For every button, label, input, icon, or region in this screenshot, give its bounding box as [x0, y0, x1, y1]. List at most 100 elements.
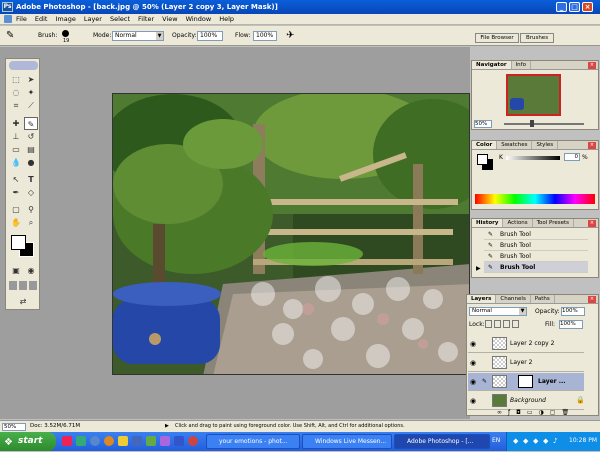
status-zoom-field[interactable]: 50% — [2, 423, 26, 431]
visibility-eye-icon[interactable]: ◉ — [470, 359, 476, 367]
pen-tool-icon[interactable]: ✒ — [9, 186, 23, 199]
menu-select[interactable]: Select — [110, 15, 130, 23]
navigator-zoom-field[interactable]: 50% — [474, 120, 492, 128]
quicklaunch-app-icon[interactable] — [160, 436, 170, 446]
history-item[interactable]: ✎ Brush Tool — [484, 251, 588, 262]
layers-opacity-field[interactable]: 100% — [561, 307, 585, 316]
close-icon[interactable]: × — [588, 220, 596, 227]
blend-mode-select[interactable]: Normal ▼ — [469, 307, 527, 316]
quicklaunch-folder-icon[interactable] — [118, 436, 128, 446]
visibility-eye-icon[interactable]: ◉ — [470, 378, 476, 386]
blur-tool-icon[interactable]: 💧 — [9, 156, 23, 169]
hand-tool-icon[interactable]: ✋ — [9, 216, 23, 229]
quicklaunch-app-icon[interactable] — [146, 436, 156, 446]
tray-icon[interactable]: ◆ — [513, 437, 518, 445]
taskbar-button-browser[interactable]: your emotions - phot... — [206, 434, 300, 449]
history-brush-icon[interactable]: ↺ — [24, 130, 38, 143]
brush-tool-icon[interactable]: ✎ — [6, 30, 22, 42]
slice-tool-icon[interactable]: ⟋ — [24, 99, 38, 112]
tray-icon[interactable]: ◆ — [523, 437, 528, 445]
lock-icons[interactable] — [485, 320, 525, 328]
flow-field[interactable]: 100% — [253, 31, 277, 41]
k-value-field[interactable]: 0 — [564, 153, 580, 161]
path-select-icon[interactable]: ↖ — [9, 173, 23, 186]
quicklaunch-app-icon[interactable] — [104, 436, 114, 446]
tab-actions[interactable]: Actions — [503, 219, 533, 227]
close-button[interactable]: × — [582, 2, 593, 12]
volume-icon[interactable]: ♪ — [553, 437, 557, 445]
brush-tool-icon-selected[interactable]: ✎ — [24, 117, 38, 130]
file-browser-tab[interactable]: File Browser — [475, 33, 519, 43]
dodge-tool-icon[interactable]: ● — [24, 156, 38, 169]
tab-tool-presets[interactable]: Tool Presets — [533, 219, 575, 227]
start-button[interactable]: ❖ start — [0, 432, 56, 451]
tab-info[interactable]: Info — [512, 61, 531, 69]
zoom-slider[interactable] — [504, 123, 584, 125]
brush-preset-icon[interactable] — [62, 30, 69, 37]
adobe-online-icon[interactable] — [9, 61, 38, 70]
link-icon[interactable]: ∞ — [497, 409, 502, 417]
marquee-tool-icon[interactable]: ⬚ — [9, 73, 23, 86]
quicklaunch-app-icon[interactable] — [132, 436, 142, 446]
tab-paths[interactable]: Paths — [531, 295, 555, 303]
k-slider[interactable] — [506, 156, 560, 160]
notes-tool-icon[interactable]: ▢ — [9, 203, 23, 216]
type-tool-icon[interactable]: T — [24, 173, 38, 186]
layer-row-active[interactable]: ◉ ✎ Layer ... — [468, 373, 584, 391]
magic-wand-icon[interactable]: ✦ — [24, 86, 38, 99]
taskbar-button-photoshop[interactable]: Adobe Photoshop - [... — [394, 434, 490, 449]
tab-channels[interactable]: Channels — [496, 295, 531, 303]
eraser-icon[interactable]: ▭ — [9, 143, 23, 156]
quicklaunch-app-icon[interactable] — [174, 436, 184, 446]
tab-swatches[interactable]: Swatches — [497, 141, 533, 149]
color-fg-swatch[interactable] — [477, 154, 488, 165]
quicklaunch-app-icon[interactable] — [188, 436, 198, 446]
color-ramp[interactable] — [475, 194, 595, 204]
menu-image[interactable]: Image — [55, 15, 75, 23]
brushes-tab[interactable]: Brushes — [520, 33, 554, 43]
fill-field[interactable]: 100% — [559, 320, 583, 329]
tab-layers[interactable]: Layers — [467, 295, 497, 303]
tab-styles[interactable]: Styles — [532, 141, 559, 149]
menu-view[interactable]: View — [162, 15, 177, 23]
quicklaunch-app-icon[interactable] — [62, 436, 72, 446]
trash-icon[interactable]: 🗑 — [561, 409, 569, 417]
tab-navigator[interactable]: Navigator — [472, 61, 512, 69]
opacity-field[interactable]: 100% — [197, 31, 223, 41]
close-icon[interactable]: × — [588, 142, 596, 149]
tray-icon[interactable]: ◆ — [543, 437, 548, 445]
layer-mask-thumbnail[interactable] — [518, 375, 533, 388]
tab-color[interactable]: Color — [472, 141, 498, 149]
document-icon[interactable] — [4, 15, 12, 23]
document-canvas[interactable] — [112, 93, 470, 375]
close-icon[interactable]: × — [588, 62, 596, 69]
clone-stamp-icon[interactable]: ⊥ — [9, 130, 23, 143]
crop-tool-icon[interactable]: ⌗ — [9, 99, 23, 112]
quicklaunch-browser-icon[interactable] — [90, 436, 100, 446]
zoom-tool-icon[interactable]: ⌕ — [24, 216, 38, 229]
menu-window[interactable]: Window — [186, 15, 212, 23]
navigator-thumbnail[interactable] — [506, 74, 561, 116]
maximize-button[interactable]: □ — [569, 2, 580, 12]
visibility-eye-icon[interactable]: ◉ — [470, 397, 476, 405]
taskbar-button-messenger[interactable]: Windows Live Messen... — [302, 434, 392, 449]
language-indicator[interactable]: EN — [492, 437, 500, 444]
visibility-eye-icon[interactable]: ◉ — [470, 340, 476, 348]
menu-help[interactable]: Help — [219, 15, 234, 23]
minimize-button[interactable]: _ — [556, 2, 567, 12]
history-item[interactable]: ✎ Brush Tool — [484, 240, 588, 251]
tray-icon[interactable]: ◆ — [533, 437, 538, 445]
arrow-icon[interactable]: ▶ — [165, 423, 169, 429]
move-tool-icon[interactable]: ➤ — [24, 73, 38, 86]
quick-mask-icon[interactable]: ◉ — [24, 264, 38, 277]
tab-history[interactable]: History — [472, 219, 504, 227]
layer-row[interactable]: ◉ Layer 2 — [468, 354, 584, 372]
layer-row[interactable]: ◉ Layer 2 copy 2 — [468, 335, 584, 353]
eyedropper-icon[interactable]: ⚲ — [24, 203, 38, 216]
new-layer-icon[interactable]: ▢ — [550, 409, 556, 417]
shape-tool-icon[interactable]: ◇ — [24, 186, 38, 199]
healing-brush-icon[interactable]: ✚ — [9, 117, 23, 130]
foreground-color-swatch[interactable] — [11, 235, 26, 250]
jump-to-imageready-icon[interactable]: ⇄ — [16, 295, 30, 308]
layer-style-icon[interactable]: ƒ — [508, 409, 510, 417]
